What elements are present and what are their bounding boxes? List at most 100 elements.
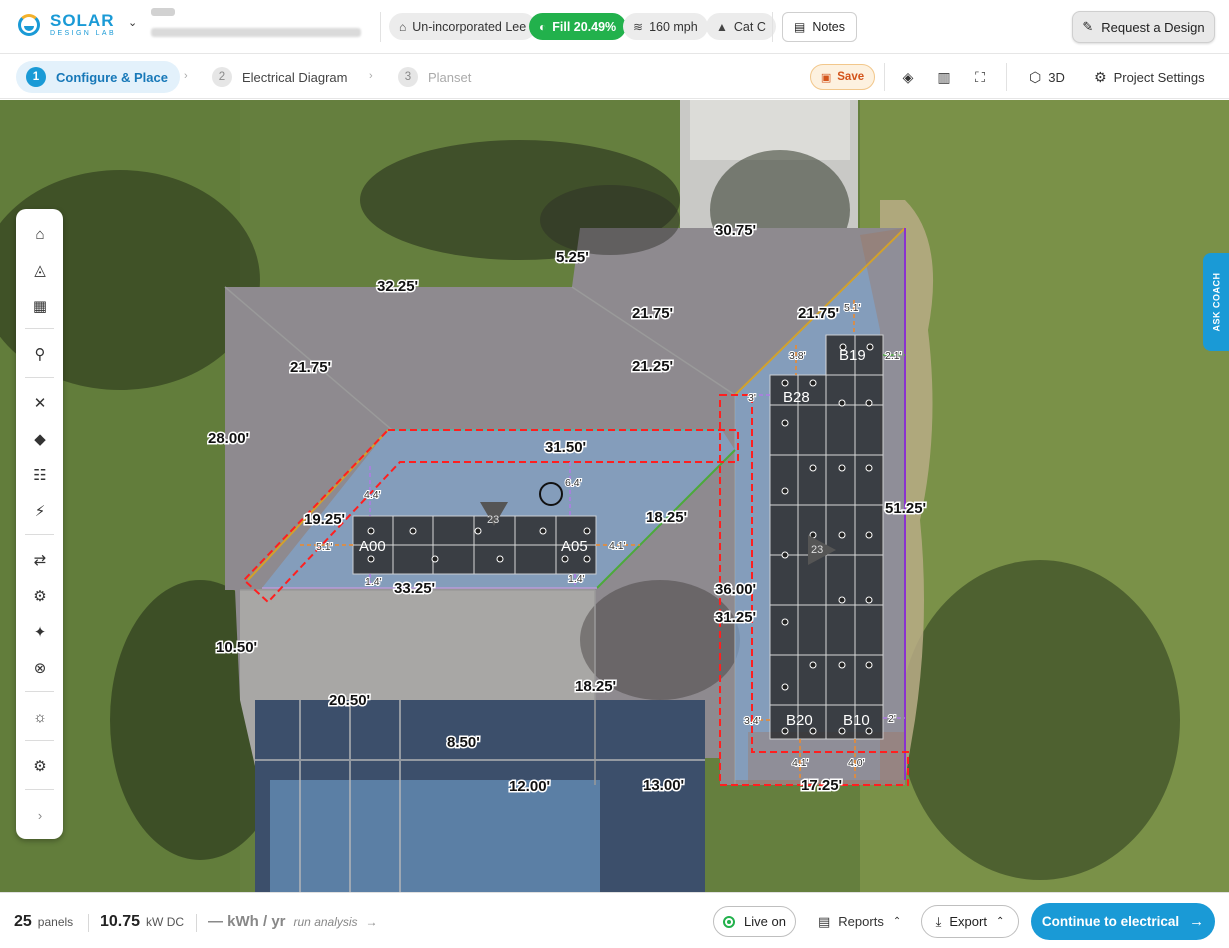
dim-label: 30.75' <box>715 222 756 239</box>
dim-label: 32.25' <box>377 278 418 295</box>
view-3d-label: 3D <box>1048 69 1065 85</box>
fill-chip[interactable]: ◐ Fill 20.49% <box>529 13 627 40</box>
dim-label: 5.25' <box>556 249 589 266</box>
step-planset[interactable]: 3 Planset <box>398 61 471 93</box>
expand-chevron-icon[interactable]: › <box>28 803 52 827</box>
continue-to-electrical-button[interactable]: Continue to electrical → <box>1031 903 1215 940</box>
dim-label: 10.50' <box>216 639 257 656</box>
system-size-stat: 10.75 kW DC <box>100 913 184 931</box>
panel-label[interactable]: A05 <box>561 538 588 555</box>
solar-design-lab-logo[interactable]: SOLAR DESIGN LAB <box>18 12 116 37</box>
chevron-right-icon: › <box>369 70 373 82</box>
snow-category-chip[interactable]: ▲ Cat C <box>706 13 776 40</box>
arrow-right-icon: → <box>365 915 378 929</box>
divider <box>88 914 89 932</box>
home-roof-icon[interactable]: ⌂ <box>28 222 52 246</box>
live-label: Live on <box>744 914 786 929</box>
plug-icon[interactable]: ⚡ <box>28 499 52 523</box>
ladder-icon[interactable]: ☷ <box>28 463 52 487</box>
dim-label: 33.25' <box>394 580 435 597</box>
view-3d-button[interactable]: ⬡ 3D <box>1029 66 1065 88</box>
step-label: Electrical Diagram <box>242 69 348 85</box>
divider <box>380 12 381 42</box>
fill-label: Fill 20.49% <box>552 19 617 34</box>
project-address-redacted <box>151 8 361 37</box>
panel-label[interactable]: B20 <box>786 712 813 729</box>
dim-label: 36.00' <box>715 581 756 598</box>
magic-wand-icon[interactable]: ✦ <box>28 620 52 644</box>
dim-label: 21.75' <box>632 305 673 322</box>
download-icon: ⤓ <box>935 913 942 929</box>
settings-gear-icon[interactable]: ⚙ <box>28 584 52 608</box>
save-label: Save <box>837 71 865 83</box>
project-settings-button[interactable]: ⚙ Project Settings <box>1094 66 1205 88</box>
step-electrical-diagram[interactable]: 2 Electrical Diagram <box>212 61 347 93</box>
tools-icon[interactable]: ✕ <box>28 391 52 415</box>
gear-icon: ⚙ <box>1094 68 1107 85</box>
step-label: Configure & Place <box>56 69 168 85</box>
direction-icon[interactable]: ◆ <box>28 427 52 451</box>
divider <box>25 691 54 692</box>
divider <box>25 377 54 378</box>
jurisdiction-label: Un-incorporated Lee <box>412 19 527 34</box>
chevron-down-icon[interactable]: ⌄ <box>128 16 137 29</box>
ask-coach-label: ASK COACH <box>1211 272 1222 332</box>
panels-stat: 25 panels <box>14 913 73 931</box>
panel-label[interactable]: B10 <box>843 712 870 729</box>
solar-panel-icon[interactable]: ▦ <box>28 294 52 318</box>
logo-subtitle: DESIGN LAB <box>50 30 117 37</box>
panel-label[interactable]: B19 <box>839 347 866 364</box>
save-button[interactable]: ▣ Save <box>810 64 875 90</box>
setback-label: 4.1' <box>792 757 809 769</box>
fit-screen-icon[interactable]: ⛶ <box>969 66 991 88</box>
search-icon[interactable]: ⚲ <box>28 342 52 366</box>
logo-title: SOLAR <box>50 11 115 30</box>
map-icon[interactable]: ▥ <box>933 66 955 88</box>
setback-label: 4.1' <box>609 540 626 552</box>
jurisdiction-chip[interactable]: ⌂ Un-incorporated Lee <box>389 13 537 40</box>
preferences-gear-icon[interactable]: ⚙ <box>28 754 52 778</box>
divider <box>25 740 54 741</box>
dim-label: 18.25' <box>575 678 616 695</box>
system-size-value: 10.75 <box>100 913 141 930</box>
note-icon: ▤ <box>794 20 806 34</box>
live-toggle-button[interactable]: Live on <box>713 906 796 937</box>
setback-label: 4.4' <box>364 489 381 501</box>
setback-label: 4.0' <box>848 757 865 769</box>
notes-button[interactable]: ▤ Notes <box>782 12 857 42</box>
roof-design-svg[interactable]: 30.75' 5.25' 32.25' 21.75' 21.75' 21.75'… <box>0 100 1229 892</box>
run-analysis-link[interactable]: run analysis <box>294 915 358 929</box>
dim-label: 21.75' <box>798 305 839 322</box>
notes-label: Notes <box>812 20 845 34</box>
dim-label: 18.25' <box>646 509 687 526</box>
clear-circle-icon[interactable]: ⊗ <box>28 656 52 680</box>
dim-label: 13.00' <box>643 777 684 794</box>
setback-label: 1.4' <box>568 573 585 585</box>
step-configure-place[interactable]: 1 Configure & Place <box>16 61 180 93</box>
divider <box>772 12 773 42</box>
satellite-map-canvas[interactable]: 30.75' 5.25' 32.25' 21.75' 21.75' 21.75'… <box>0 100 1229 892</box>
export-button[interactable]: ⤓ Export ⌃ <box>921 905 1019 938</box>
roof-plane-icon[interactable]: ◬ <box>28 258 52 282</box>
route-icon[interactable]: ⇄ <box>28 548 52 572</box>
chevron-up-icon: ⌃ <box>995 916 1005 927</box>
panel-label[interactable]: A00 <box>359 538 386 555</box>
energy-stat[interactable]: — kWh / yr run analysis → <box>208 913 378 930</box>
ask-coach-tab[interactable]: ASK COACH <box>1203 253 1229 351</box>
request-design-label: Request a Design <box>1101 19 1205 35</box>
step-label: Planset <box>428 69 472 85</box>
azimuth-label: 23 <box>487 514 499 526</box>
snow-category-label: Cat C <box>733 19 766 34</box>
panel-label[interactable]: B28 <box>783 389 810 406</box>
request-design-button[interactable]: ✎ Request a Design <box>1072 11 1215 43</box>
reports-button[interactable]: ▤ Reports ⌃ <box>818 906 901 937</box>
setback-label: 6.4' <box>565 477 582 489</box>
layers-icon[interactable]: ◈ <box>897 66 919 88</box>
building-icon: ⌂ <box>399 19 407 34</box>
mountain-icon: ▲ <box>716 19 728 34</box>
dim-label: 19.25' <box>304 511 345 528</box>
wind-speed-chip[interactable]: ≋ 160 mph <box>623 13 708 40</box>
shade-sun-icon[interactable]: ☼ <box>28 705 52 729</box>
azimuth-label: 23 <box>811 544 823 556</box>
dim-label: 28.00' <box>208 430 249 447</box>
